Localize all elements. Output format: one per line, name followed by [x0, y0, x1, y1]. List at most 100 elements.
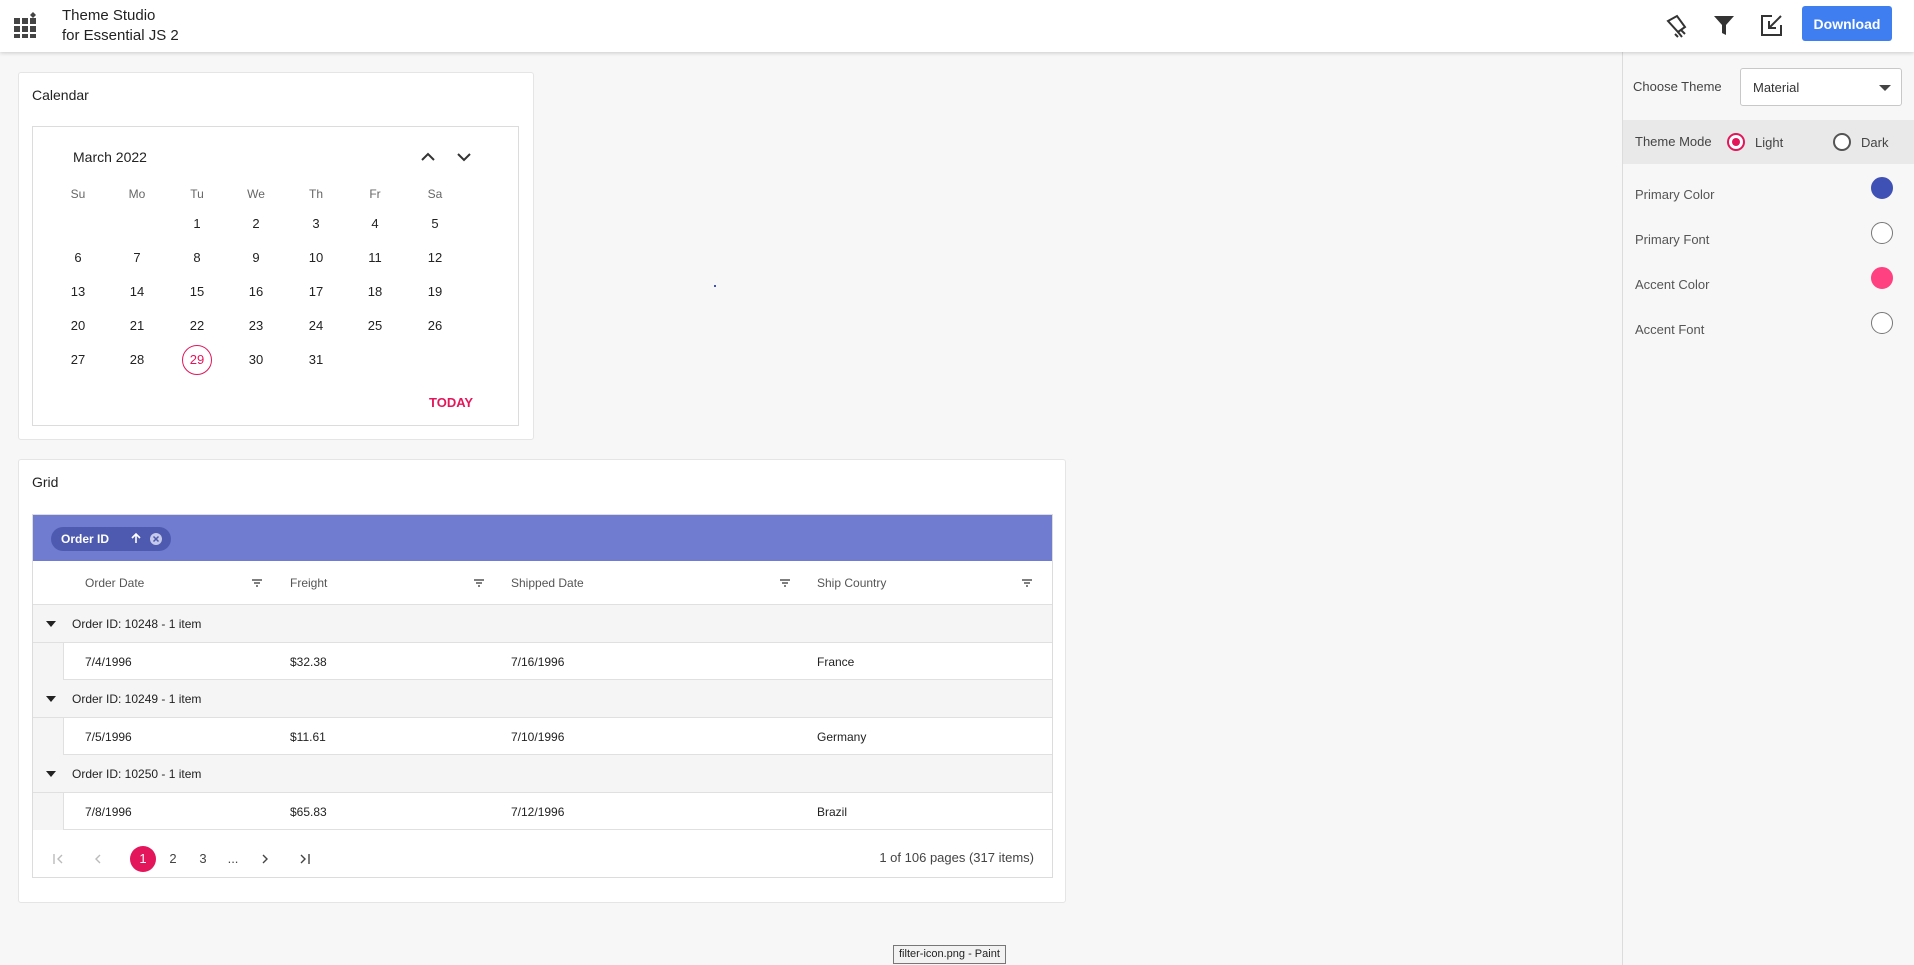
- theme-dropdown[interactable]: Material: [1740, 68, 1902, 106]
- previous-page-icon[interactable]: [91, 852, 105, 866]
- calendar-day[interactable]: 3: [299, 209, 333, 239]
- light-mode-label[interactable]: Light: [1755, 135, 1783, 150]
- column-filter-icon[interactable]: [1021, 577, 1033, 589]
- calendar-day[interactable]: 25: [358, 311, 392, 341]
- group-caption: Order ID: 10248 - 1 item: [72, 617, 202, 631]
- calendar-day[interactable]: 2: [239, 209, 273, 239]
- close-icon[interactable]: [149, 532, 163, 546]
- grid-card-title: Grid: [32, 474, 59, 490]
- calendar-day[interactable]: 18: [358, 277, 392, 307]
- calendar-month-title[interactable]: March 2022: [73, 149, 147, 165]
- primary-color-swatch[interactable]: [1871, 177, 1893, 199]
- day-of-week-label: Mo: [128, 187, 146, 201]
- column-header-ship-country[interactable]: Ship Country: [817, 576, 886, 590]
- calendar-day[interactable]: 26: [418, 311, 452, 341]
- column-header-order-date[interactable]: Order Date: [85, 576, 144, 590]
- theme-properties-panel: Choose Theme Material Theme Mode Light D…: [1622, 52, 1914, 965]
- calendar-day[interactable]: 27: [61, 345, 95, 375]
- calendar-day[interactable]: 14: [120, 277, 154, 307]
- theme-mode-row: Theme Mode Light Dark: [1623, 120, 1914, 164]
- calendar-day[interactable]: 5: [418, 209, 452, 239]
- filter-icon[interactable]: [1711, 12, 1737, 38]
- stray-dot: [714, 285, 716, 287]
- export-icon[interactable]: [1759, 12, 1785, 38]
- calendar-day[interactable]: 28: [120, 345, 154, 375]
- calendar-day[interactable]: 12: [418, 243, 452, 273]
- row-indent: [33, 793, 64, 830]
- calendar-day[interactable]: 10: [299, 243, 333, 273]
- group-caption-row: Order ID: 10249 - 1 item: [33, 680, 1052, 718]
- chevron-up-icon[interactable]: [416, 145, 440, 169]
- calendar-day[interactable]: 15: [180, 277, 214, 307]
- collapse-caret-icon[interactable]: [46, 621, 56, 627]
- collapse-caret-icon[interactable]: [46, 771, 56, 777]
- collapse-caret-icon[interactable]: [46, 696, 56, 702]
- calendar-day[interactable]: 24: [299, 311, 333, 341]
- dark-mode-radio[interactable]: [1833, 133, 1851, 151]
- cell-freight: $11.61: [290, 730, 326, 744]
- calendar-day[interactable]: 30: [239, 345, 273, 375]
- calendar-day[interactable]: 13: [61, 277, 95, 307]
- accent-color-swatch[interactable]: [1871, 267, 1893, 289]
- column-filter-icon[interactable]: [779, 577, 791, 589]
- light-mode-radio[interactable]: [1727, 133, 1745, 151]
- calendar-card-title: Calendar: [32, 87, 89, 103]
- more-pages-button[interactable]: ...: [220, 846, 246, 872]
- cell-shipped-date: 7/12/1996: [511, 805, 565, 819]
- page-3-button[interactable]: 3: [190, 846, 216, 872]
- column-header-shipped-date[interactable]: Shipped Date: [511, 576, 584, 590]
- calendar-day[interactable]: 23: [239, 311, 273, 341]
- calendar-day[interactable]: 21: [120, 311, 154, 341]
- calendar-day-selected[interactable]: 29: [182, 345, 212, 375]
- brand-title-line2: for Essential JS 2: [62, 27, 179, 44]
- calendar-day[interactable]: 20: [61, 311, 95, 341]
- calendar-day[interactable]: 6: [61, 243, 95, 273]
- today-button[interactable]: TODAY: [429, 395, 473, 410]
- accent-font-label: Accent Font: [1635, 322, 1705, 337]
- column-header-freight[interactable]: Freight: [290, 576, 327, 590]
- accent-font-swatch[interactable]: [1871, 312, 1893, 334]
- next-page-icon[interactable]: [258, 852, 272, 866]
- table-row[interactable]: 7/4/1996 $32.38 7/16/1996 France: [33, 643, 1052, 680]
- calendar-day[interactable]: 22: [180, 311, 214, 341]
- day-of-week-label: Th: [308, 187, 323, 201]
- brand-title: Theme Studio for Essential JS 2: [62, 6, 179, 46]
- last-page-icon[interactable]: [298, 852, 312, 866]
- cell-ship-country: Germany: [817, 730, 867, 744]
- download-button[interactable]: Download: [1802, 6, 1892, 41]
- first-page-icon[interactable]: [51, 852, 65, 866]
- page-2-button[interactable]: 2: [160, 846, 186, 872]
- accent-color-label: Accent Color: [1635, 277, 1710, 292]
- sort-ascending-icon[interactable]: [129, 531, 143, 545]
- calendar-day[interactable]: 16: [239, 277, 273, 307]
- day-of-week-label: We: [247, 187, 265, 201]
- day-of-week-label: Fr: [369, 187, 381, 201]
- brush-icon[interactable]: [1664, 12, 1690, 38]
- calendar-day[interactable]: 31: [299, 345, 333, 375]
- calendar-day[interactable]: 17: [299, 277, 333, 307]
- primary-color-label: Primary Color: [1635, 187, 1715, 202]
- group-chip-order-id[interactable]: Order ID: [51, 527, 171, 551]
- calendar-day[interactable]: 11: [358, 243, 392, 273]
- calendar-day[interactable]: 8: [180, 243, 214, 273]
- page-1-button[interactable]: 1: [130, 846, 156, 872]
- calendar-day[interactable]: 9: [239, 243, 273, 273]
- calendar-day[interactable]: 4: [358, 209, 392, 239]
- chevron-down-icon[interactable]: [452, 145, 476, 169]
- app-header: Theme Studio for Essential JS 2 Download: [0, 0, 1914, 52]
- column-filter-icon[interactable]: [251, 577, 263, 589]
- calendar-day[interactable]: 1: [180, 209, 214, 239]
- table-row[interactable]: 7/5/1996 $11.61 7/10/1996 Germany: [33, 718, 1052, 755]
- theme-dropdown-value: Material: [1753, 80, 1800, 95]
- grid-header-row: Order Date Freight Shipped Date Ship Cou…: [33, 561, 1052, 605]
- calendar-day[interactable]: 7: [120, 243, 154, 273]
- group-drop-area[interactable]: Order ID: [33, 515, 1052, 561]
- primary-font-label: Primary Font: [1635, 232, 1710, 247]
- table-row[interactable]: 7/8/1996 $65.83 7/12/1996 Brazil: [33, 793, 1052, 830]
- dark-mode-label[interactable]: Dark: [1861, 135, 1888, 150]
- cell-order-date: 7/8/1996: [85, 805, 132, 819]
- primary-font-swatch[interactable]: [1871, 222, 1893, 244]
- calendar-day[interactable]: 19: [418, 277, 452, 307]
- apps-grid-icon[interactable]: [14, 12, 40, 38]
- column-filter-icon[interactable]: [473, 577, 485, 589]
